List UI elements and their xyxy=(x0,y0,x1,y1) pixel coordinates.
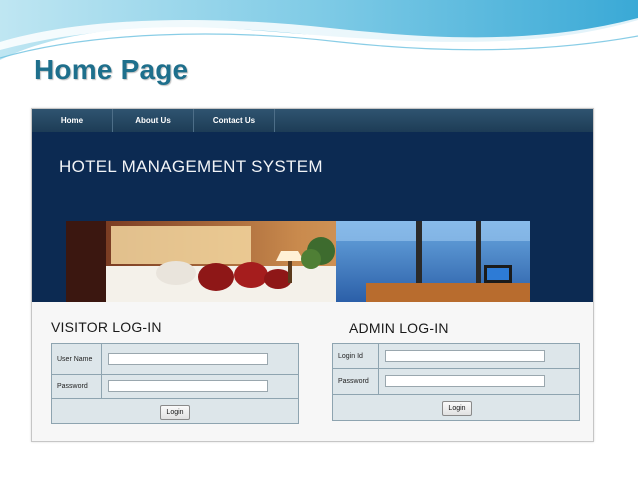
admin-password-input[interactable] xyxy=(385,375,545,387)
top-nav: Home About Us Contact Us xyxy=(32,109,593,132)
admin-login-form: Login Id Password Login xyxy=(332,343,580,421)
hotel-banner-image xyxy=(66,221,530,302)
visitor-login-form: User Name Password Login xyxy=(51,343,299,424)
nav-item-home[interactable]: Home xyxy=(32,109,113,132)
visitor-login-button[interactable]: Login xyxy=(160,405,190,420)
admin-loginid-label: Login Id xyxy=(333,344,379,368)
admin-password-row: Password xyxy=(333,368,579,395)
admin-login-button[interactable]: Login xyxy=(442,401,472,416)
visitor-username-label: User Name xyxy=(52,344,102,374)
visitor-username-input[interactable] xyxy=(108,353,268,365)
login-area: VISITOR LOG-IN User Name Password Login … xyxy=(32,302,593,441)
visitor-password-input[interactable] xyxy=(108,380,268,392)
nav-item-contact-us[interactable]: Contact Us xyxy=(194,109,275,132)
slide-title: Home Page xyxy=(34,54,189,85)
admin-loginid-row: Login Id xyxy=(333,344,579,369)
visitor-login-heading: VISITOR LOG-IN xyxy=(51,319,162,335)
site-header: HOTEL MANAGEMENT SYSTEM xyxy=(32,132,593,302)
visitor-password-row: Password xyxy=(52,374,298,399)
app-title: HOTEL MANAGEMENT SYSTEM xyxy=(59,157,323,176)
visitor-password-label: Password xyxy=(52,374,102,398)
admin-password-label: Password xyxy=(333,368,379,394)
visitor-username-row: User Name xyxy=(52,344,298,375)
admin-login-heading: ADMIN LOG-IN xyxy=(349,320,449,336)
app-screenshot: Home About Us Contact Us HOTEL MANAGEMEN… xyxy=(31,108,594,442)
nav-item-about-us[interactable]: About Us xyxy=(113,109,194,132)
admin-loginid-input[interactable] xyxy=(385,350,545,362)
